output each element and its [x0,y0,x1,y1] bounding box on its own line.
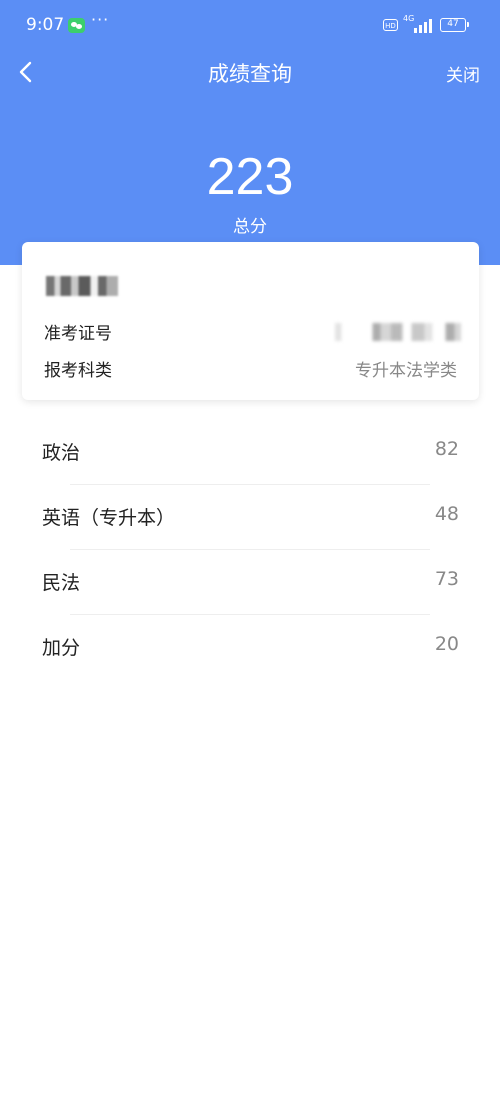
subject-score: 20 [434,633,459,655]
total-score: 223 [206,148,294,206]
status-bar: 9:07 ··· HD 4G 47 [0,0,500,52]
subject-score: 48 [434,503,459,525]
page-title: 成绩查询 [208,62,292,86]
close-button[interactable]: 关闭 [446,61,480,86]
header-banner: 9:07 ··· HD 4G 47 成绩查询 关闭 223 总分 [0,0,500,265]
score-row: 民法 73 [0,550,500,615]
exam-id-label: 准考证号 [44,324,112,344]
subject-name: 英语（专升本） [42,507,176,529]
category-value: 专升本法学类 [355,361,457,381]
subject-name: 加分 [42,637,81,659]
subject-score: 73 [434,568,459,590]
exam-id-redacted [331,323,461,341]
status-time: 9:07 [26,15,65,35]
subject-score: 82 [434,438,459,460]
subject-name: 民法 [42,572,81,594]
category-label: 报考科类 [44,361,112,381]
network-type: 4G [403,14,415,23]
subject-name: 政治 [42,442,81,464]
candidate-card: 准考证号 报考科类 专升本法学类 [22,242,479,400]
score-row: 政治 82 [0,420,500,485]
score-row: 加分 20 [0,615,500,680]
score-list: 政治 82 英语（专升本） 48 民法 73 加分 20 [0,420,500,680]
more-notifications-icon: ··· [91,10,110,29]
candidate-name-redacted [46,276,118,296]
battery-icon: 47 [440,18,469,32]
total-score-label: 总分 [233,217,267,237]
hd-icon: HD [383,19,398,31]
signal-icon [414,18,434,33]
wechat-icon [68,18,85,33]
score-row: 英语（专升本） 48 [0,485,500,550]
